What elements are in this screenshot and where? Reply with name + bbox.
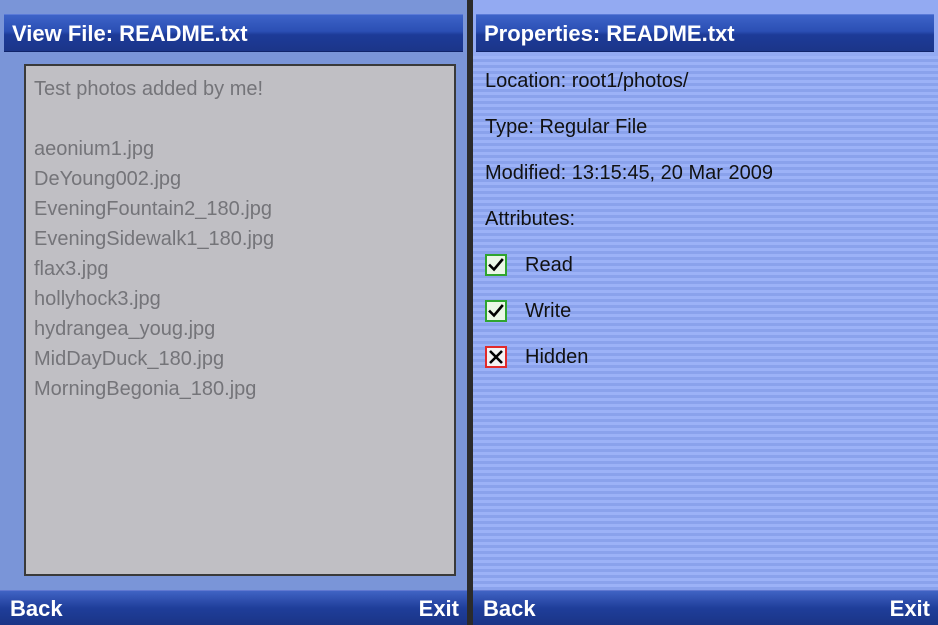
read-label: Read: [525, 253, 573, 276]
check-icon: [488, 304, 504, 318]
cross-icon: [489, 350, 503, 364]
file-content-line: DeYoung002.jpg: [34, 168, 182, 190]
attributes-label: Attributes:: [485, 208, 576, 230]
exit-softkey[interactable]: Exit: [890, 591, 930, 625]
properties-list: Location: root1/photos/ Type: Regular Fi…: [485, 58, 930, 380]
file-content-line: MidDayDuck_180.jpg: [34, 348, 225, 370]
write-checkbox[interactable]: [485, 300, 507, 322]
softkey-bar: Back Exit: [0, 590, 467, 625]
type-text: Type: Regular File: [485, 116, 648, 138]
file-content-line: hollyhock3.jpg: [34, 288, 161, 310]
back-softkey[interactable]: Back: [483, 591, 536, 625]
softkey-bar: Back Exit: [473, 590, 938, 625]
check-icon: [488, 258, 504, 272]
view-file-title: View File: README.txt: [4, 14, 463, 52]
file-content-line: MorningBegonia_180.jpg: [34, 378, 257, 400]
hidden-checkbox[interactable]: [485, 346, 507, 368]
attribute-write[interactable]: Write: [485, 288, 930, 334]
file-content-line: EveningSidewalk1_180.jpg: [34, 228, 275, 250]
attribute-hidden[interactable]: Hidden: [485, 334, 930, 380]
view-file-screen: View File: README.txt Test photos added …: [0, 0, 470, 625]
file-content-line: aeonium1.jpg: [34, 138, 155, 160]
attribute-read[interactable]: Read: [485, 242, 930, 288]
properties-screen: Properties: README.txt Location: root1/p…: [470, 0, 938, 625]
modified-text: Modified: 13:15:45, 20 Mar 2009: [485, 162, 773, 184]
write-label: Write: [525, 299, 572, 322]
file-content-line: flax3.jpg: [34, 258, 109, 280]
file-content-heading: Test photos added by me!: [34, 78, 264, 100]
file-content-line: hydrangea_youg.jpg: [34, 318, 216, 340]
properties-title: Properties: README.txt: [476, 14, 934, 52]
hidden-label: Hidden: [525, 345, 589, 368]
exit-softkey[interactable]: Exit: [419, 591, 459, 625]
back-softkey[interactable]: Back: [10, 591, 63, 625]
location-text: Location: root1/photos/: [485, 70, 689, 92]
file-content-viewer[interactable]: Test photos added by me! aeonium1.jpg De…: [24, 64, 456, 576]
file-content-line: EveningFountain2_180.jpg: [34, 198, 272, 220]
read-checkbox[interactable]: [485, 254, 507, 276]
